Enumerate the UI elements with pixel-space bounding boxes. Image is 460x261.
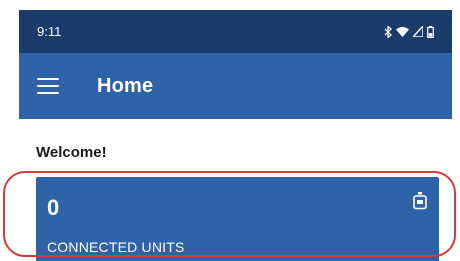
wifi-icon [396,27,409,37]
connected-units-card[interactable]: 0 CONNECTED UNITS [36,177,439,261]
page-title: Home [97,74,154,97]
battery-icon [427,25,434,38]
welcome-text: Welcome! [36,144,107,161]
hamburger-menu-icon[interactable] [37,78,59,94]
status-icons [384,25,434,38]
status-bar: 9:11 [19,10,452,53]
connected-units-label: CONNECTED UNITS [47,239,185,255]
bluetooth-icon [384,25,392,38]
device-icon [413,192,427,210]
status-time: 9:11 [37,24,62,39]
app-bar: Home [19,53,452,119]
phone-screen: 9:11 Home Welcome! 0 CONNECTED UNITS [19,10,452,261]
connected-units-count: 0 [47,195,60,220]
signal-icon [413,26,423,37]
main-content: Welcome! [19,119,452,161]
